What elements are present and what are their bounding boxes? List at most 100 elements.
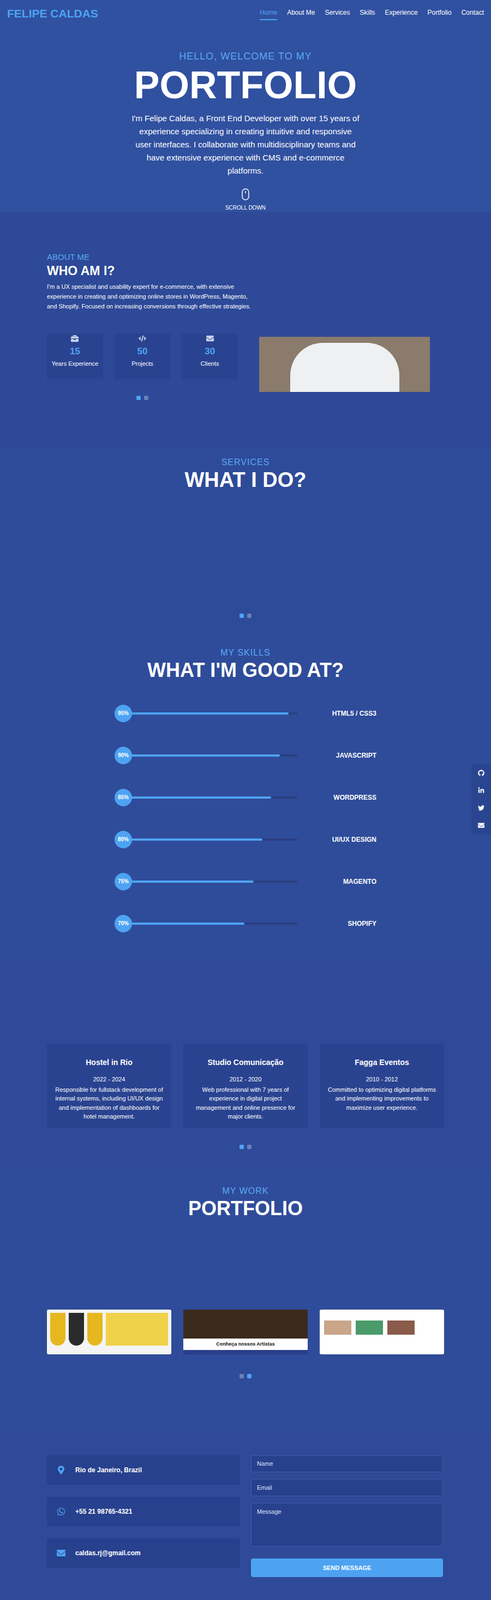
nav-link[interactable]: Home [259,7,278,21]
contact-info: Rio de Janeiro, Brazil+55 21 98765-4321c… [46,1454,241,1600]
experience-company: Fagga Eventos [354,1056,410,1068]
about-row: 15Years Experience50Projects30Clients [46,333,430,400]
skill-track [121,921,298,925]
portfolio-card[interactable]: Conheça nossos Artistas [183,1308,308,1354]
skill-bar: 75% [114,872,298,890]
skill-name: HTML5 / CSS3 [297,708,377,718]
skill-percent: 70% [114,914,133,932]
stat-value: 15 [69,344,81,359]
mail-icon[interactable] [477,821,485,829]
stat-value: 30 [204,344,215,359]
skill-fill [121,711,289,715]
portfolio-dots [0,1373,491,1378]
skill-row: 95% HTML5 / CSS3 [114,691,377,734]
skill-percent: 95% [114,704,133,722]
services-dots [0,613,491,618]
about-photo [259,336,430,392]
slider-dot[interactable] [247,1144,252,1149]
section-title: WHAT I DO? [184,468,307,493]
page: FELIPE CALDAS Home About Me Services Skills E… [0,0,491,1600]
slider-dot[interactable] [144,395,149,400]
contact-text: +55 21 98765-4321 [75,1505,133,1516]
skill-track [121,879,298,883]
experience-dots [0,1144,491,1149]
about-dots [46,395,238,400]
contact-form: Name Email Message SEND MESSAGE [250,1454,443,1600]
skill-name: UI/UX DESIGN [297,834,377,844]
slider-dot[interactable] [136,395,141,400]
experience-period: 2010 - 2012 [366,1074,399,1084]
linkedin-icon[interactable] [477,786,485,794]
nav-link[interactable]: Services [325,7,351,21]
name-field[interactable]: Name [250,1454,443,1472]
section-title: PORTFOLIO [188,1196,303,1219]
skill-fill [121,795,272,799]
portfolio-caption: Conheça nossos Artistas [183,1337,308,1350]
stats-column: 15Years Experience50Projects30Clients [46,333,238,400]
portfolio-thumb [319,1308,445,1354]
slider-dot[interactable] [239,613,244,618]
skill-percent: 90% [114,746,133,764]
stat-icon [138,334,147,343]
scroll-down[interactable]: SCROLL DOWN [225,203,266,212]
portfolio-card[interactable] [319,1308,445,1354]
nav-link[interactable]: Skills [360,7,376,21]
contact-icon [56,1506,66,1516]
contact-icon [56,1547,66,1557]
nav-link[interactable]: Contact [461,7,484,21]
slider-dot[interactable] [239,1144,244,1149]
skill-bar: 80% [114,830,298,848]
message-field[interactable]: Message [250,1501,443,1546]
social-sidebar [471,763,491,834]
top-nav: FELIPE CALDAS Home About Me Services Skills E… [0,0,491,28]
stat-icon [206,334,214,343]
contact-icon [56,1464,66,1474]
github-icon[interactable] [477,769,485,776]
mouse-icon [241,188,250,201]
skill-name: JAVASCRIPT [297,750,377,760]
skill-percent: 85% [114,788,133,806]
skill-track [121,795,298,799]
experience-period: 2022 - 2024 [93,1074,126,1084]
skill-fill [121,753,280,757]
twitter-icon[interactable] [477,804,485,811]
skill-name: SHOPIFY [297,918,377,928]
hero-content: HELLO, WELCOME TO MYPORTFOLIOI'm Felipe … [0,27,491,212]
contact-text: caldas.rj@gmail.com [75,1547,141,1558]
hero-greeting: HELLO, WELCOME TO MY [178,49,312,64]
send-button[interactable]: SEND MESSAGE [250,1557,443,1577]
photo-shirt [290,342,400,392]
skills-list: 95%HTML5 / CSS390%JAVASCRIPT85%WORDPRESS… [114,691,377,944]
nav-link[interactable]: About Me [286,7,315,21]
nav-links: Home About Me Services Skills Experience Port… [259,7,484,21]
section-heading: MY SKILLSWHAT I'M GOOD AT? [0,647,491,681]
skill-bar: 95% [114,704,298,722]
skill-row: 70% SHOPIFY [114,901,377,944]
nav-link[interactable]: Experience [385,7,418,21]
slider-dot[interactable] [247,1373,252,1378]
skill-row: 90% JAVASCRIPT [114,733,377,776]
hero-section: FELIPE CALDAS Home About Me Services Skills E… [0,0,491,212]
experience-text: Responsible for fullstack development of… [54,1084,164,1121]
skill-track [121,753,298,757]
section-eyebrow: SERVICES [221,456,271,469]
experience-period: 2012 - 2020 [229,1074,262,1084]
about-eyebrow: ABOUT ME [46,250,445,264]
skill-bar: 70% [114,914,298,932]
skill-fill [121,921,245,925]
nav-link[interactable]: Portfolio [427,7,452,21]
skill-track [121,711,298,715]
email-field[interactable]: Email [250,1477,443,1496]
stat-card: 30Clients [181,333,238,380]
stat-label: Years Experience [51,358,99,369]
portfolio-cards: Conheça nossos Artistas [0,1308,491,1354]
slider-dot[interactable] [239,1373,244,1378]
experience-company: Hostel in Rio [85,1056,133,1068]
portfolio-card[interactable] [46,1308,172,1354]
logo[interactable]: FELIPE CALDAS [7,4,99,23]
skill-bar: 85% [114,788,298,806]
stat-icon [70,334,79,343]
portfolio-thumb [46,1308,172,1354]
about-title: WHO AM I? [46,263,445,279]
slider-dot[interactable] [247,613,252,618]
